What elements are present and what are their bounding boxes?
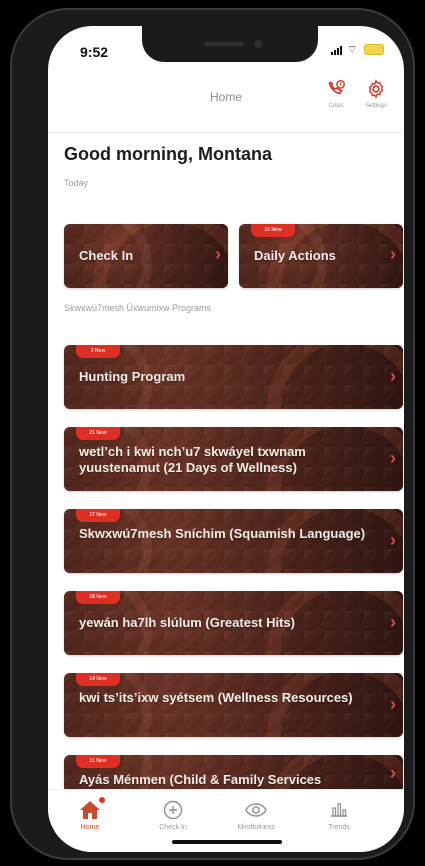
today-section-label: Today (64, 178, 89, 188)
tab-trends[interactable]: Trends (303, 798, 375, 831)
chevron-right-icon: › (390, 244, 396, 264)
signal-icon (331, 45, 342, 55)
status-badge: 11 New (76, 755, 120, 768)
program-title: Skwxwú7mesh Sníchim (Squamish Language) (79, 526, 366, 541)
tab-mindfulness-label: Mindfulness (237, 824, 275, 831)
programs-section-label: Skwxwú7mesh Úxwumixw Programs (64, 303, 212, 313)
tab-trends-label: Trends (328, 824, 350, 831)
program-card[interactable]: 11 New Ayás Ménmen (Child & Family Servi… (64, 755, 403, 790)
chevron-right-icon: › (390, 612, 396, 632)
program-title: wetl’ch i kwi nch’u7 skwáyel txwnam yuus… (79, 444, 306, 475)
program-title: yewán ha7lh slúlum (Greatest Hits) (79, 615, 296, 630)
home-content: Good morning, Montana Today Check In › 1… (48, 132, 404, 790)
chevron-right-icon: › (390, 694, 396, 714)
daily-actions-card-title: Daily Actions (254, 248, 336, 263)
phone-alert-icon (328, 80, 345, 95)
bottom-tab-bar: Home Check In Mindfulness Trends (48, 789, 404, 852)
status-icons: ⌔ (331, 44, 384, 55)
program-card[interactable]: 3 New Hunting Program › (64, 345, 403, 409)
top-header: Home Crisis Settings (48, 70, 404, 133)
battery-icon (364, 44, 384, 55)
program-title: kwi ts’its’ixw syétsem (Wellness Resourc… (79, 690, 353, 705)
status-badge: 17 New (76, 509, 120, 522)
crisis-button[interactable]: Crisis (316, 78, 356, 109)
settings-label: Settings (365, 103, 387, 109)
chart-bars-icon (331, 803, 347, 817)
crisis-label: Crisis (328, 103, 344, 109)
phone-frame: 9:52 ⌔ Home Crisis Settings Good morning… (10, 8, 415, 860)
status-badge: 3 New (76, 345, 120, 358)
program-card[interactable]: 14 New kwi ts’its’ixw syétsem (Wellness … (64, 673, 403, 737)
greeting: Good morning, Montana (64, 144, 272, 164)
tab-mindfulness[interactable]: Mindfulness (220, 798, 292, 831)
status-badge: 14 New (76, 673, 120, 686)
chevron-right-icon: › (390, 448, 396, 468)
settings-button[interactable]: Settings (356, 78, 396, 109)
notification-dot-icon (99, 797, 105, 803)
gear-icon (368, 79, 384, 99)
check-in-card-title: Check In (79, 248, 134, 263)
chevron-right-icon: › (390, 530, 396, 550)
plus-circle-icon (163, 800, 183, 820)
chevron-right-icon: › (215, 244, 221, 264)
program-card[interactable]: 18 New yewán ha7lh slúlum (Greatest Hits… (64, 591, 403, 655)
status-time: 9:52 (80, 44, 109, 60)
chevron-right-icon: › (390, 763, 396, 783)
tab-home[interactable]: Home (54, 797, 126, 831)
status-badge: 21 New (76, 427, 120, 440)
check-in-card[interactable]: Check In › (64, 224, 228, 288)
wifi-icon: ⌔ (347, 43, 358, 56)
tab-home-label: Home (80, 824, 100, 831)
program-card[interactable]: 21 New wetl’ch i kwi nch’u7 skwáyel txwn… (64, 427, 403, 491)
status-bar: 9:52 ⌔ (48, 26, 404, 70)
daily-actions-card[interactable]: 15 New Daily Actions › (239, 224, 403, 288)
status-badge: 15 New (251, 224, 295, 237)
eye-icon (245, 803, 267, 817)
program-card[interactable]: 17 New Skwxwú7mesh Sníchim (Squamish Lan… (64, 509, 403, 573)
home-indicator (172, 840, 282, 844)
status-badge: 18 New (76, 591, 120, 604)
program-title: Hunting Program (79, 369, 186, 384)
app-screen: 9:52 ⌔ Home Crisis Settings Good morning… (48, 26, 404, 852)
tab-check-in[interactable]: Check In (137, 798, 209, 831)
chevron-right-icon: › (390, 366, 396, 386)
tab-check-in-label: Check In (159, 824, 187, 831)
program-title: Ayás Ménmen (Child & Family Services (79, 772, 322, 787)
